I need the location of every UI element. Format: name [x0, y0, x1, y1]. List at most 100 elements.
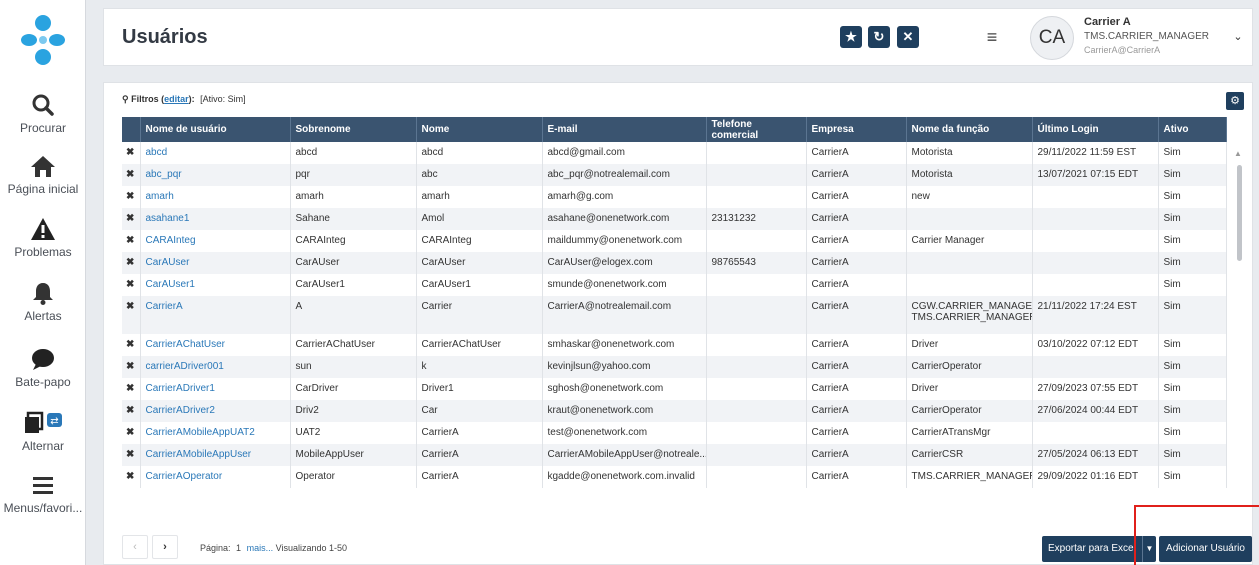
column-header[interactable]: Nome da função	[906, 117, 1033, 142]
delete-row-icon[interactable]: ✖	[122, 186, 141, 208]
username-link[interactable]: CarrierADriver1	[140, 378, 291, 400]
sidebar-item-chat[interactable]: Bate-papo	[0, 346, 86, 389]
table-row[interactable]: ✖ CarAUser1 CarAUser1 CarAUser1 smunde@onene…	[122, 274, 1227, 296]
table-cell: Operator	[290, 466, 417, 488]
table-row[interactable]: ✖ CarrierAMobileAppUAT2 UAT2 CarrierA test@o…	[122, 422, 1227, 444]
delete-row-icon[interactable]: ✖	[122, 296, 141, 334]
column-header[interactable]: Telefone comercial	[706, 117, 807, 142]
table-settings-button[interactable]: ⚙	[1226, 92, 1244, 110]
table-cell: Sim	[1158, 400, 1227, 422]
table-row[interactable]: ✖ abcd abcd abcd abcd@gmail.com CarrierA Motor…	[122, 142, 1227, 164]
username-link[interactable]: amarh	[140, 186, 291, 208]
delete-row-icon[interactable]: ✖	[122, 164, 141, 186]
table-cell: sun	[290, 356, 417, 378]
delete-row-icon[interactable]: ✖	[122, 422, 141, 444]
delete-row-icon[interactable]: ✖	[122, 400, 141, 422]
delete-row-icon[interactable]: ✖	[122, 334, 141, 356]
page-title: Usuários	[122, 26, 208, 48]
table-row[interactable]: ✖ CarAUser CarAUser CarAUser CarAUser@elogex…	[122, 252, 1227, 274]
table-cell	[706, 334, 807, 356]
table-cell: kevinjlsun@yahoo.com	[542, 356, 707, 378]
delete-row-icon[interactable]: ✖	[122, 230, 141, 252]
sidebar-item-alerts[interactable]: Alertas	[0, 280, 86, 323]
favorite-button[interactable]: ★	[840, 26, 862, 48]
username-link[interactable]: CarrierAMobileAppUser	[140, 444, 291, 466]
more-pages-link[interactable]: mais...	[247, 543, 274, 553]
bell-icon	[33, 283, 53, 305]
table-cell: maildummy@onenetwork.com	[542, 230, 707, 252]
table-cell: CarrierAMobileAppUser@notreale...	[542, 444, 707, 466]
column-header[interactable]: Nome de usuário	[140, 117, 291, 142]
header-bar: Usuários ★ ↻ ✕ ≡ CA Carrier A TMS.CARRIE…	[103, 8, 1253, 66]
delete-row-icon[interactable]: ✖	[122, 356, 141, 378]
username-link[interactable]: carrierADriver001	[140, 356, 291, 378]
table-cell	[706, 186, 807, 208]
column-header[interactable]: Empresa	[806, 117, 907, 142]
username-link[interactable]: CarrierAOperator	[140, 466, 291, 488]
delete-row-icon[interactable]: ✖	[122, 252, 141, 274]
table-cell: kraut@onenetwork.com	[542, 400, 707, 422]
username-link[interactable]: abcd	[140, 142, 291, 164]
sidebar-item-search[interactable]: Procurar	[0, 92, 86, 135]
close-button[interactable]: ✕	[897, 26, 919, 48]
user-role: TMS.CARRIER_MANAGER	[1084, 31, 1210, 42]
table-row[interactable]: ✖ CarrierAChatUser CarrierAChatUser Carrier…	[122, 334, 1227, 356]
scrollbar-thumb[interactable]	[1237, 165, 1242, 261]
column-header[interactable]: Sobrenome	[290, 117, 417, 142]
table-cell: test@onenetwork.com	[542, 422, 707, 444]
delete-row-icon[interactable]: ✖	[122, 466, 141, 488]
column-header[interactable]: Ativo	[1158, 117, 1227, 142]
table-row[interactable]: ✖ CarrierAMobileAppUser MobileAppUser Carri…	[122, 444, 1227, 466]
table-row[interactable]: ✖ CarrierADriver2 Driv2 Car kraut@onenetwork…	[122, 400, 1227, 422]
username-link[interactable]: abc_pqr	[140, 164, 291, 186]
sidebar-item-switch[interactable]: ⇄ Alternar	[0, 410, 86, 453]
username-link[interactable]: CARAInteg	[140, 230, 291, 252]
delete-row-icon[interactable]: ✖	[122, 444, 141, 466]
username-link[interactable]: CarrierA	[140, 296, 291, 334]
table-row[interactable]: ✖ CarrierADriver1 CarDriver Driver1 sghosh@o…	[122, 378, 1227, 400]
table-row[interactable]: ✖ CarrierAOperator Operator CarrierA kgadde@…	[122, 466, 1227, 488]
table-row[interactable]: ✖ carrierADriver001 sun k kevinjlsun@yahoo.c…	[122, 356, 1227, 378]
refresh-button[interactable]: ↻	[868, 26, 890, 48]
app-logo[interactable]	[20, 14, 66, 66]
prev-page-button[interactable]: ‹	[122, 535, 148, 559]
delete-row-icon[interactable]: ✖	[122, 378, 141, 400]
delete-row-icon[interactable]: ✖	[122, 274, 141, 296]
username-link[interactable]: CarAUser1	[140, 274, 291, 296]
edit-filters-link[interactable]: editar	[164, 94, 189, 104]
table-cell: TMS.CARRIER_MANAGER	[906, 466, 1033, 488]
username-link[interactable]: asahane1	[140, 208, 291, 230]
table-cell	[1032, 356, 1159, 378]
table-cell: Carrier	[416, 296, 543, 334]
column-header[interactable]: Nome	[416, 117, 543, 142]
table-row[interactable]: ✖ asahane1 Sahane Amol asahane@onenetwork.co…	[122, 208, 1227, 230]
delete-row-icon[interactable]: ✖	[122, 142, 141, 164]
column-header[interactable]: E-mail	[542, 117, 707, 142]
username-link[interactable]: CarrierAMobileAppUAT2	[140, 422, 291, 444]
username-link[interactable]: CarrierADriver2	[140, 400, 291, 422]
close-icon: ✕	[902, 29, 914, 44]
sidebar-item-menus[interactable]: Menus/favori...	[0, 472, 86, 515]
column-header[interactable]: Último Login	[1032, 117, 1159, 142]
table-row[interactable]: ✖ CARAInteg CARAInteg CARAInteg maildummy@on…	[122, 230, 1227, 252]
table-cell: Sim	[1158, 444, 1227, 466]
table-row[interactable]: ✖ amarh amarh amarh amarh@g.com CarrierA new Si…	[122, 186, 1227, 208]
table-cell	[906, 274, 1033, 296]
page-menu-button[interactable]: ≡	[980, 26, 1004, 48]
sidebar-item-home[interactable]: Página inicial	[0, 153, 86, 196]
sidebar-item-problems[interactable]: Problemas	[0, 216, 86, 259]
table-row[interactable]: ✖ abc_pqr pqr abc abc_pqr@notrealemail.com Ca…	[122, 164, 1227, 186]
delete-row-icon[interactable]: ✖	[122, 208, 141, 230]
username-link[interactable]: CarrierAChatUser	[140, 334, 291, 356]
avatar[interactable]: CA	[1030, 16, 1074, 60]
table-row[interactable]: ✖ CarrierA A Carrier CarrierA@notrealemail.c…	[122, 296, 1227, 334]
table-cell: Driver	[906, 378, 1033, 400]
gear-icon: ⚙	[1230, 95, 1240, 107]
svg-text:⇄: ⇄	[50, 416, 58, 427]
user-menu-dropdown[interactable]: ⌄	[1228, 26, 1248, 48]
next-page-button[interactable]: ›	[152, 535, 178, 559]
username-link[interactable]: CarAUser	[140, 252, 291, 274]
table-cell: CarrierA	[806, 296, 907, 334]
user-email: CarrierA@CarrierA	[1084, 45, 1161, 55]
scroll-up-arrow[interactable]: ▲	[1234, 149, 1242, 158]
